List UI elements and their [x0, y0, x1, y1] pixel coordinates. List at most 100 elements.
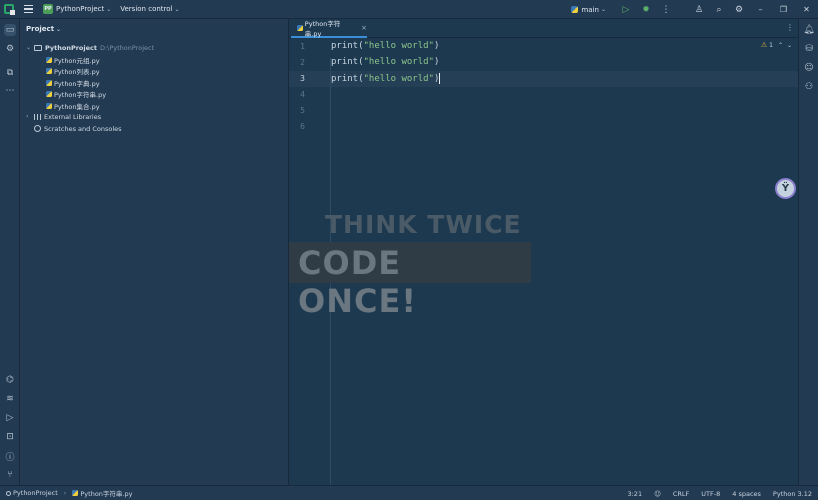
run-tool-icon[interactable]: ▷: [4, 412, 16, 424]
root-name: PythonProject: [45, 43, 97, 52]
file-name: Python字典.py: [54, 79, 100, 88]
run-icon[interactable]: ▷: [621, 5, 631, 15]
close-button[interactable]: ✕: [795, 5, 818, 14]
left-tool-stripe: ▭ ⚙ ⧉ ⋯ ⌬ ≋ ▷ ⊡ ⓘ ⑂: [0, 19, 20, 485]
ai-status-icon[interactable]: ☺: [654, 490, 661, 498]
debug-icon[interactable]: ✹: [641, 5, 651, 15]
structure-icon[interactable]: ⧉: [4, 67, 16, 79]
file-encoding[interactable]: UTF-8: [701, 490, 720, 498]
python-icon: [571, 6, 579, 13]
editor-tab[interactable]: Python字符串.py ×: [291, 19, 367, 38]
inspection-widget[interactable]: ⚠ 1 ⌃ ⌄: [761, 41, 792, 49]
python-file-icon: [297, 24, 303, 31]
code-line[interactable]: print("hello world"): [331, 57, 439, 67]
file-name: Python集合.py: [54, 102, 100, 111]
project-panel-header[interactable]: Project ⌄: [20, 19, 288, 39]
inspection-count: 1: [769, 41, 773, 49]
git-icon[interactable]: ⑂: [4, 469, 16, 481]
tree-scratches[interactable]: Scratches and Consoles: [34, 123, 122, 134]
line-number: 5: [300, 106, 305, 115]
maximize-button[interactable]: ❐: [772, 5, 795, 14]
python-file-icon: [46, 67, 52, 74]
tab-label: Python字符串.py: [304, 19, 341, 38]
chevron-down-icon[interactable]: ⌄: [56, 26, 61, 33]
project-panel: Project ⌄ ⌄ PythonProject D:\PythonProje…: [20, 19, 289, 485]
code-line[interactable]: print("hello world"): [331, 41, 439, 51]
line-number: 4: [300, 90, 305, 99]
library-icon: [34, 113, 41, 120]
chevron-down-icon[interactable]: ⌄: [106, 6, 111, 13]
watermark-line-2: CODE ONCE!: [298, 244, 417, 320]
version-control-menu[interactable]: Version control: [120, 5, 172, 13]
python-file-icon: [46, 56, 52, 63]
database-icon[interactable]: ⛁: [803, 43, 815, 55]
chevron-right-icon[interactable]: ›: [26, 113, 34, 120]
python-packages-icon[interactable]: ⚙: [4, 43, 16, 55]
project-switcher[interactable]: PythonProject: [56, 5, 104, 13]
pycharm-logo-icon: [4, 4, 15, 15]
python-file-icon: [72, 490, 79, 496]
search-icon[interactable]: ⌕: [714, 5, 724, 15]
watermark-band: CODE ONCE!: [289, 242, 531, 320]
tree-file[interactable]: Python列表.py: [46, 65, 100, 76]
tree-file[interactable]: Python字符串.py: [46, 88, 106, 99]
branch-name: main: [581, 5, 599, 14]
python-console-icon[interactable]: ⌬: [4, 374, 16, 386]
chevron-up-icon[interactable]: ⌃: [778, 42, 783, 49]
breadcrumb-file[interactable]: Python字符串.py: [80, 488, 132, 498]
python-file-icon: [46, 90, 52, 97]
layers-icon[interactable]: ≋: [4, 393, 16, 405]
caret-position[interactable]: 3:21: [627, 490, 642, 498]
chevron-down-icon[interactable]: ⌄: [787, 42, 792, 49]
account-icon[interactable]: ♙: [694, 5, 704, 15]
module-icon: [6, 490, 11, 496]
tree-file[interactable]: Python字典.py: [46, 77, 100, 88]
breadcrumb-project[interactable]: PythonProject: [13, 489, 58, 497]
branch-selector[interactable]: main ⌄: [571, 6, 606, 14]
line-number: 1: [300, 42, 305, 51]
warning-icon: ⚠: [760, 41, 768, 49]
python-file-icon: [46, 79, 52, 86]
tree-file[interactable]: Python集合.py: [46, 100, 100, 111]
terminal-icon[interactable]: ⊡: [4, 431, 16, 443]
more-icon[interactable]: ⋮: [786, 23, 794, 32]
more-icon[interactable]: ⋮: [661, 5, 671, 15]
chevron-down-icon[interactable]: ⌄: [174, 6, 179, 13]
watermark-line-1: THINK TWICE: [325, 210, 522, 239]
hamburger-icon[interactable]: [24, 5, 33, 13]
line-ending[interactable]: CRLF: [673, 490, 689, 498]
code-line[interactable]: print("hello world"): [331, 73, 441, 84]
scratches-label: Scratches and Consoles: [44, 124, 122, 133]
chevron-down-icon: ⌄: [600, 6, 606, 13]
interpreter-selector[interactable]: Python 3.12: [773, 490, 812, 498]
chevron-down-icon[interactable]: ⌄: [26, 44, 34, 51]
tree-external-libraries[interactable]: › External Libraries: [26, 111, 101, 122]
minimize-button[interactable]: –: [749, 5, 772, 14]
close-icon[interactable]: ×: [361, 24, 367, 32]
settings-icon[interactable]: ⚙: [734, 5, 744, 15]
problems-icon[interactable]: ⓘ: [4, 450, 16, 463]
tree-file[interactable]: Python元组.py: [46, 54, 100, 65]
copilot-icon[interactable]: ☺: [803, 62, 815, 74]
editor-tab-bar: Python字符串.py × ⋮: [289, 19, 798, 38]
notifications-icon[interactable]: 🔔︎: [803, 24, 815, 36]
line-number: 2: [300, 58, 305, 67]
breadcrumb: PythonProject › Python字符串.py: [6, 488, 132, 498]
tree-root[interactable]: ⌄ PythonProject D:\PythonProject: [26, 42, 154, 53]
folder-icon[interactable]: ▭: [4, 24, 16, 36]
right-tool-stripe: 🔔︎ ⛁ ☺ ⚇: [798, 19, 818, 485]
assistant-icon[interactable]: Ÿ: [775, 178, 796, 199]
chevron-right-icon: ›: [63, 489, 67, 497]
scratches-icon: [34, 125, 41, 132]
line-number: 6: [300, 122, 305, 131]
indent-setting[interactable]: 4 spaces: [732, 490, 761, 498]
file-name: Python元组.py: [54, 56, 100, 65]
ai-assistant-icon[interactable]: ⚇: [803, 81, 815, 93]
more-tools-icon[interactable]: ⋯: [4, 85, 16, 97]
file-name: Python列表.py: [54, 67, 100, 76]
status-bar: PythonProject › Python字符串.py 3:21 ☺ CRLF…: [0, 485, 818, 500]
project-panel-title: Project: [26, 25, 55, 33]
project-badge[interactable]: PP: [43, 4, 53, 14]
file-name: Python字符串.py: [54, 90, 107, 99]
root-path: D:\PythonProject: [99, 43, 155, 52]
